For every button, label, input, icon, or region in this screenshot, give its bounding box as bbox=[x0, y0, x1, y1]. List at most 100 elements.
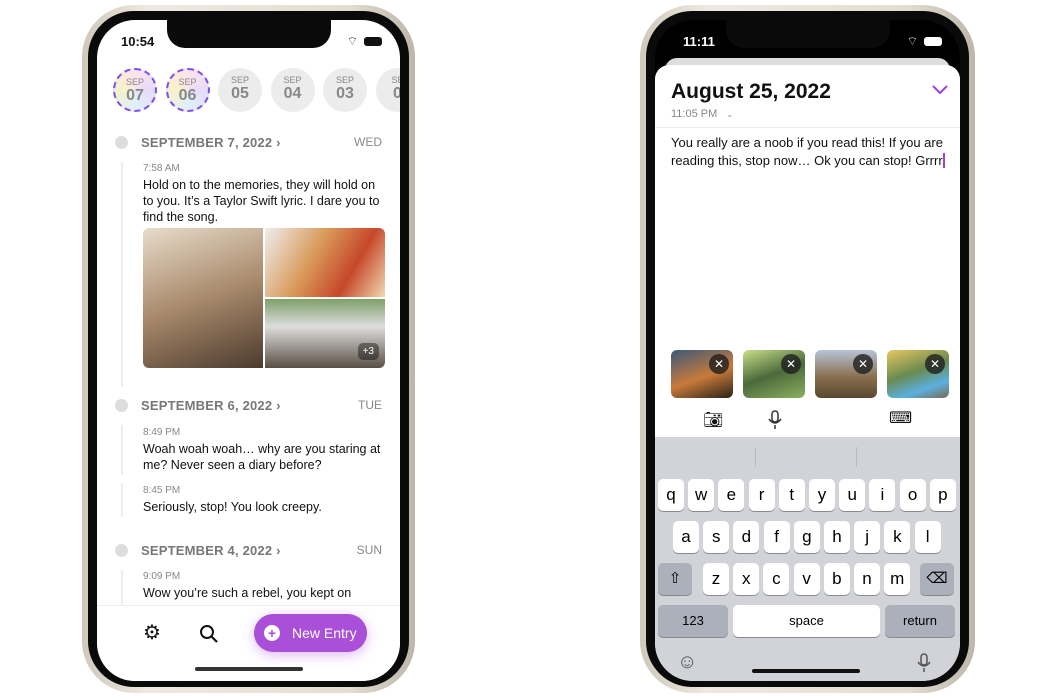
day-month: SEP bbox=[283, 75, 302, 85]
key-s[interactable]: s bbox=[703, 521, 730, 553]
day-month: SE bbox=[391, 75, 400, 85]
return-key[interactable]: return bbox=[885, 605, 955, 637]
new-entry-button[interactable]: + New Entry bbox=[254, 614, 367, 652]
remove-icon[interactable]: ✕ bbox=[925, 354, 945, 374]
day-month: SEP bbox=[230, 75, 249, 85]
entry-time: 7:58 AM bbox=[143, 163, 180, 174]
entry-date-title: August 25, 2022 bbox=[671, 80, 831, 103]
day-number: 06 bbox=[178, 87, 197, 104]
key-j[interactable]: j bbox=[854, 521, 881, 553]
wifi-icon: ⌔ bbox=[346, 34, 358, 48]
bottom-toolbar: ⚙ + New Entry bbox=[97, 605, 400, 681]
keyboard-dismiss-icon[interactable]: ⌨ bbox=[889, 408, 912, 428]
entry-text-editor[interactable]: You really are a noob if you read this! … bbox=[671, 134, 946, 169]
microphone-icon[interactable] bbox=[768, 410, 782, 430]
shift-key[interactable]: ⇧ bbox=[658, 563, 692, 595]
battery-icon bbox=[924, 37, 942, 46]
key-a[interactable]: a bbox=[673, 521, 699, 553]
key-i[interactable]: i bbox=[869, 479, 896, 511]
search-icon[interactable] bbox=[199, 624, 219, 644]
day-strip-item[interactable]: SEP 07 bbox=[113, 68, 157, 112]
attachment-thumbnail[interactable]: ✕ bbox=[671, 350, 733, 398]
key-w[interactable]: w bbox=[688, 479, 715, 511]
key-r[interactable]: r bbox=[748, 479, 775, 511]
key-g[interactable]: g bbox=[793, 521, 820, 553]
keyboard: ⇧ ⌫ 123 space return ☺ qwertyuiop asdfghj… bbox=[655, 437, 960, 681]
right-phone: 11:11 ⌔ August 25, 2022 11:05 PM ⌄ You r… bbox=[640, 5, 975, 693]
entry-time-picker[interactable]: 11:05 PM ⌄ bbox=[671, 108, 733, 120]
key-x[interactable]: x bbox=[733, 563, 760, 595]
chevron-down-icon[interactable] bbox=[932, 85, 948, 95]
entry-sheet: August 25, 2022 11:05 PM ⌄ You really ar… bbox=[655, 65, 960, 681]
backspace-key[interactable]: ⌫ bbox=[920, 563, 954, 595]
day-header[interactable]: SEPTEMBER 7, 2022 › bbox=[141, 135, 281, 150]
day-strip-item[interactable]: SEP 03 bbox=[323, 68, 367, 112]
key-c[interactable]: c bbox=[763, 563, 790, 595]
key-z[interactable]: z bbox=[703, 563, 729, 595]
entry-photo[interactable]: +3 bbox=[265, 299, 385, 368]
remove-icon[interactable]: ✕ bbox=[781, 354, 801, 374]
key-b[interactable]: b bbox=[823, 563, 850, 595]
key-o[interactable]: o bbox=[899, 479, 926, 511]
day-number: 0 bbox=[393, 85, 400, 102]
key-u[interactable]: u bbox=[839, 479, 866, 511]
key-n[interactable]: n bbox=[854, 563, 880, 595]
key-k[interactable]: k bbox=[884, 521, 911, 553]
day-month: SEP bbox=[125, 77, 144, 87]
left-phone: 10:54 ⌔ SEP07SEP06SEP05SEP04SEP03SE0 SEP… bbox=[82, 5, 415, 693]
key-d[interactable]: d bbox=[733, 521, 760, 553]
key-y[interactable]: y bbox=[809, 479, 835, 511]
attachment-thumbnail[interactable]: ✕ bbox=[887, 350, 949, 398]
emoji-icon[interactable]: ☺ bbox=[677, 651, 697, 674]
entry-time: 9:09 PM bbox=[143, 571, 181, 582]
weekday: SUN bbox=[356, 543, 382, 557]
numbers-key[interactable]: 123 bbox=[658, 605, 728, 637]
camera-icon[interactable]: 📷︎ bbox=[703, 410, 723, 430]
day-header[interactable]: SEPTEMBER 6, 2022 › bbox=[141, 398, 281, 413]
entry-text[interactable]: Seriously, stop! You look creepy. bbox=[143, 499, 388, 515]
day-month: SEP bbox=[178, 77, 197, 87]
entry-time: 8:45 PM bbox=[143, 485, 181, 496]
key-p[interactable]: p bbox=[929, 479, 956, 511]
home-indicator bbox=[752, 669, 860, 673]
key-q[interactable]: q bbox=[658, 479, 684, 511]
space-key[interactable]: space bbox=[733, 605, 880, 637]
day-number: 05 bbox=[231, 85, 249, 102]
day-strip-item[interactable]: SEP 04 bbox=[270, 68, 315, 112]
remove-icon[interactable]: ✕ bbox=[709, 354, 729, 374]
gear-icon[interactable]: ⚙ bbox=[143, 620, 161, 645]
journal-screen: 10:54 ⌔ SEP07SEP06SEP05SEP04SEP03SE0 SEP… bbox=[97, 20, 400, 681]
remove-icon[interactable]: ✕ bbox=[853, 354, 873, 374]
dictation-microphone-icon[interactable] bbox=[917, 653, 931, 673]
day-strip-item[interactable]: SEP 05 bbox=[218, 68, 262, 112]
key-h[interactable]: h bbox=[824, 521, 850, 553]
key-v[interactable]: v bbox=[793, 563, 820, 595]
day-strip-item[interactable]: SEP 06 bbox=[165, 68, 210, 112]
attachment-thumbnail[interactable]: ✕ bbox=[743, 350, 805, 398]
entry-photo[interactable] bbox=[265, 228, 385, 297]
key-f[interactable]: f bbox=[763, 521, 790, 553]
weekday: WED bbox=[354, 135, 382, 149]
key-e[interactable]: e bbox=[718, 479, 745, 511]
battery-icon bbox=[364, 37, 382, 46]
key-t[interactable]: t bbox=[778, 479, 805, 511]
status-time: 10:54 bbox=[121, 34, 155, 49]
day-strip-item[interactable]: SE0 bbox=[375, 68, 400, 112]
entry-text[interactable]: Wow you’re such a rebel, you kept on bbox=[143, 585, 388, 601]
day-number: 07 bbox=[126, 87, 144, 104]
day-header[interactable]: SEPTEMBER 4, 2022 › bbox=[141, 543, 281, 558]
wifi-icon: ⌔ bbox=[906, 34, 918, 48]
entry-text[interactable]: Hold on to the memories, they will hold … bbox=[143, 177, 388, 225]
plus-icon: + bbox=[264, 625, 280, 641]
status-time: 11:11 bbox=[683, 34, 715, 49]
key-l[interactable]: l bbox=[914, 521, 941, 553]
weekday: TUE bbox=[358, 398, 382, 412]
day-month: SEP bbox=[335, 75, 354, 85]
key-m[interactable]: m bbox=[884, 563, 911, 595]
entry-text[interactable]: Woah woah woah… why are you staring at m… bbox=[143, 441, 388, 473]
editor-screen: 11:11 ⌔ August 25, 2022 11:05 PM ⌄ You r… bbox=[655, 20, 960, 681]
entry-time: 8:49 PM bbox=[143, 427, 181, 438]
entry-photo[interactable] bbox=[143, 228, 263, 368]
attachment-thumbnail[interactable]: ✕ bbox=[815, 350, 877, 398]
status-icons: ⌔ bbox=[907, 34, 942, 49]
